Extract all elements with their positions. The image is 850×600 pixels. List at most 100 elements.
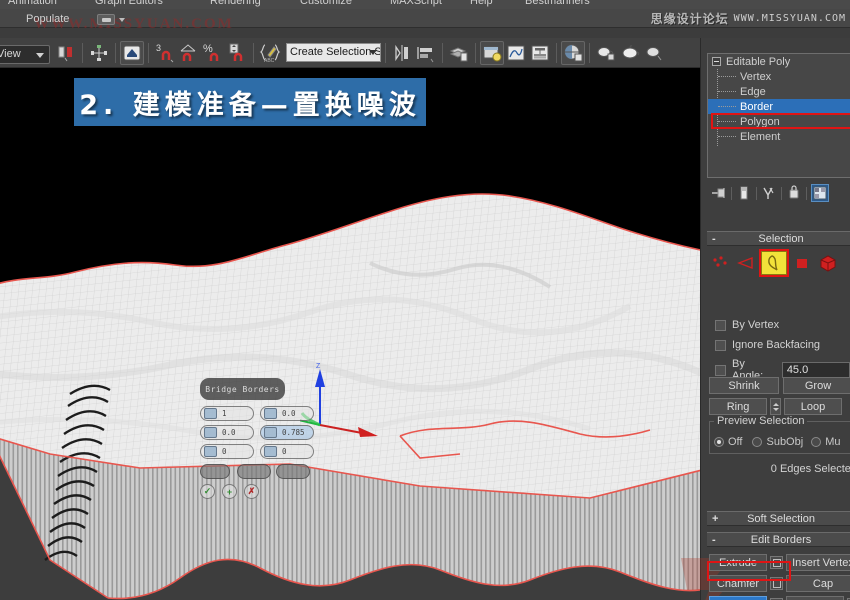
by-vertex-checkbox[interactable] xyxy=(715,320,726,331)
percent-snap-toggle-icon[interactable]: % xyxy=(201,41,225,65)
ignore-backfacing-row[interactable]: Ignore Backfacing xyxy=(715,339,820,351)
caddy-apply-button[interactable]: + xyxy=(222,484,237,499)
vertex-subobject-button[interactable] xyxy=(709,253,731,273)
edge-subobject-button[interactable] xyxy=(735,253,757,273)
apply-glyph: + xyxy=(227,487,232,497)
render-setup-icon[interactable] xyxy=(594,41,618,65)
connect-button[interactable]: Connect xyxy=(786,596,844,600)
caddy-field-taper[interactable]: 0.0 xyxy=(200,425,254,440)
caddy-field-twist-1[interactable]: 0 xyxy=(200,444,254,459)
grow-button[interactable]: Grow xyxy=(783,377,850,394)
sub-object-element[interactable]: Element xyxy=(708,129,850,144)
caddy-title: Bridge Borders xyxy=(200,378,285,400)
caddy-field-smooth[interactable]: 0.0 xyxy=(260,406,314,421)
caddy-pick-border-1-button[interactable] xyxy=(237,464,271,479)
by-angle-value[interactable]: 45.0 xyxy=(782,362,850,378)
align-icon[interactable] xyxy=(87,41,111,65)
extrude-settings-button[interactable] xyxy=(770,556,783,569)
menu-item-animation[interactable]: Animation xyxy=(8,0,57,7)
pin-stack-icon[interactable] xyxy=(711,185,727,201)
preview-subobj-radio[interactable] xyxy=(752,437,762,447)
cap-button[interactable]: Cap xyxy=(786,575,850,592)
mirror-icon[interactable] xyxy=(54,41,78,65)
cancel-glyph: ✗ xyxy=(248,486,256,497)
polygon-subobject-button[interactable] xyxy=(791,253,813,273)
layer-manager-icon[interactable] xyxy=(120,41,144,65)
by-angle-checkbox[interactable] xyxy=(715,365,726,376)
bridge-borders-caddy[interactable]: Bridge Borders 1 0.0 0.0 0.785 0 0 xyxy=(200,378,316,505)
tree-tick xyxy=(718,76,736,77)
remove-modifier-icon[interactable] xyxy=(786,185,802,201)
sub-object-vertex[interactable]: Vertex xyxy=(708,69,850,84)
soft-selection-rollout-header[interactable]: + Soft Selection xyxy=(707,511,850,526)
modifier-stack[interactable]: Editable Poly Vertex Edge Border Polygon xyxy=(707,53,850,178)
ignore-backfacing-checkbox[interactable] xyxy=(715,340,726,351)
chamfer-button[interactable]: Chamfer xyxy=(709,575,767,592)
menu-item-rendering[interactable]: Rendering xyxy=(210,0,261,7)
menu-bar[interactable]: Animation Graph Editors Rendering Customize… xyxy=(0,0,850,9)
chamfer-settings-button[interactable] xyxy=(770,577,783,590)
loop-button[interactable]: Loop xyxy=(784,398,842,415)
toolbar-separator xyxy=(115,43,116,63)
menu-item-bestmanners[interactable]: Bestmanners xyxy=(525,0,590,7)
perspective-viewport[interactable]: 2. 建模准备—置换噪波 Z Bridge Borders 1 0.0 0.0 xyxy=(0,68,700,600)
shrink-button[interactable]: Shrink xyxy=(709,377,779,394)
caddy-field-segments[interactable]: 1 xyxy=(200,406,254,421)
sub-object-polygon[interactable]: Polygon xyxy=(708,114,850,129)
populate-icon[interactable] xyxy=(97,14,115,25)
selection-rollout-header[interactable]: - Selection xyxy=(707,231,850,246)
sub-object-border[interactable]: Border xyxy=(708,99,850,114)
sub-object-edge[interactable]: Edge xyxy=(708,84,850,99)
spinner-snap-toggle-icon[interactable] xyxy=(225,41,249,65)
segments-value: 1 xyxy=(222,409,227,418)
element-subobject-button[interactable] xyxy=(817,253,839,273)
curve-editor-icon[interactable] xyxy=(504,41,528,65)
view-dropdown-value: View xyxy=(0,48,21,60)
segments-icon xyxy=(204,408,217,419)
reference-coordinate-system-dropdown[interactable]: View xyxy=(0,45,50,64)
soft-selection-expander[interactable]: + xyxy=(712,513,718,525)
caddy-pick-border-2-button[interactable] xyxy=(276,464,310,479)
bridge-button[interactable]: Bridge xyxy=(709,596,767,600)
collapse-icon[interactable] xyxy=(712,57,721,66)
render-frame-window-icon[interactable] xyxy=(618,41,642,65)
caddy-field-bias[interactable]: 0.785 xyxy=(260,425,314,440)
menu-item-customize[interactable]: Customize xyxy=(300,0,352,7)
caddy-mode-dropdown[interactable] xyxy=(200,464,230,479)
material-editor-icon[interactable] xyxy=(561,41,585,65)
scene-explorer-icon[interactable] xyxy=(480,41,504,65)
ring-spinner[interactable] xyxy=(770,398,781,415)
caddy-field-twist-2[interactable]: 0 xyxy=(260,444,314,459)
make-unique-icon[interactable] xyxy=(761,185,777,201)
ignore-backfacing-label: Ignore Backfacing xyxy=(732,339,820,351)
edit-borders-rollout-header[interactable]: - Edit Borders xyxy=(707,532,850,547)
menu-item-graph-editors[interactable]: Graph Editors xyxy=(95,0,163,7)
named-selection-set-field[interactable]: Create Selection Set xyxy=(286,43,381,62)
show-end-result-icon[interactable] xyxy=(736,185,752,201)
schematic-view-icon[interactable] xyxy=(528,41,552,65)
populate-dropdown-caret-icon[interactable] xyxy=(119,18,125,22)
modifier-stack-root[interactable]: Editable Poly xyxy=(708,54,850,69)
render-production-icon[interactable] xyxy=(642,41,666,65)
selection-rollout-expander[interactable]: - xyxy=(712,233,716,245)
preview-off-radio[interactable] xyxy=(714,437,724,447)
snaps-3-toggle-icon[interactable]: 3 xyxy=(153,41,177,65)
ring-button[interactable]: Ring xyxy=(709,398,767,415)
preview-multi-radio[interactable] xyxy=(811,437,821,447)
named-selection-sets-icon[interactable]: ABC xyxy=(258,41,282,65)
angle-snap-toggle-icon[interactable] xyxy=(177,41,201,65)
populate-menu-label[interactable]: Populate xyxy=(26,13,69,25)
align-tool-icon[interactable] xyxy=(414,41,438,65)
layer-explorer-icon[interactable] xyxy=(447,41,471,65)
mirror-geometry-icon[interactable] xyxy=(390,41,414,65)
caddy-ok-button[interactable]: ✓ xyxy=(200,484,215,499)
menu-item-maxscript[interactable]: MAXScript xyxy=(390,0,442,7)
extrude-button[interactable]: Extrude xyxy=(709,554,767,571)
command-panel: Editable Poly Vertex Edge Border Polygon xyxy=(700,38,850,600)
by-vertex-row[interactable]: By Vertex xyxy=(715,319,779,331)
configure-modifier-sets-icon[interactable] xyxy=(811,184,829,202)
insert-vertex-button[interactable]: Insert Vertex xyxy=(786,554,850,571)
caddy-cancel-button[interactable]: ✗ xyxy=(244,484,259,499)
edit-borders-expander[interactable]: - xyxy=(712,534,716,546)
menu-item-help[interactable]: Help xyxy=(470,0,493,7)
